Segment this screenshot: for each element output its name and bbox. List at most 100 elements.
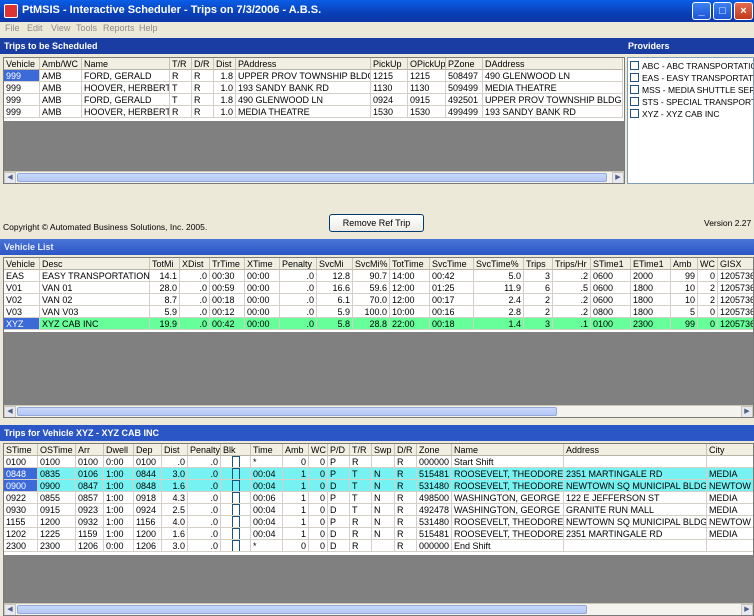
trip-to-schedule-col-header[interactable]: PickUp — [371, 58, 408, 70]
menu-view[interactable]: View — [51, 23, 70, 33]
menu-edit[interactable]: Edit — [27, 23, 43, 33]
vehicle-trip-col-header[interactable]: Dist — [162, 444, 188, 456]
vehicle-trip-cell: 1159 — [76, 528, 104, 540]
vehicle-col-header[interactable]: ETime1 — [631, 258, 671, 270]
trip-to-schedule-col-header[interactable]: Name — [82, 58, 170, 70]
vehicle-col-header[interactable]: XTime — [245, 258, 280, 270]
providers-list[interactable]: ABC - ABC TRANSPORTATION EAS - EASY TRANS… — [627, 57, 754, 184]
menu-tools[interactable]: Tools — [76, 23, 97, 33]
scroll-left-icon[interactable]: ◀ — [4, 406, 16, 417]
trip-to-schedule-col-header[interactable]: Amb/WC — [40, 58, 82, 70]
menu-file[interactable]: File — [5, 23, 20, 33]
blk-checkbox[interactable] — [231, 528, 240, 539]
trip-to-schedule-col-header[interactable]: Vehicle — [4, 58, 40, 70]
vehicle-trip-col-header[interactable]: Arr — [76, 444, 104, 456]
vehicle-trip-col-header[interactable]: Dwell — [104, 444, 134, 456]
provider-checkbox[interactable] — [630, 85, 639, 94]
blk-checkbox[interactable] — [231, 456, 240, 467]
blk-checkbox[interactable] — [231, 540, 240, 551]
blk-checkbox[interactable] — [231, 468, 240, 479]
provider-item[interactable]: STS - SPECIAL TRANSPORT — [630, 96, 753, 108]
vehicle-col-header[interactable]: WC — [698, 258, 718, 270]
vehicle-trip-col-header[interactable]: OSTime — [38, 444, 76, 456]
provider-checkbox[interactable] — [630, 61, 639, 70]
vehicle-trip-col-header[interactable]: Blk — [221, 444, 251, 456]
trip-to-schedule-col-header[interactable]: OPickUp — [408, 58, 446, 70]
vehicle-trip-col-header[interactable]: City — [707, 444, 753, 456]
vehicle-trip-col-header[interactable]: Name — [452, 444, 564, 456]
scroll-right-icon[interactable]: ▶ — [741, 406, 753, 417]
vehicle-trip-col-header[interactable]: Address — [564, 444, 707, 456]
trip-to-schedule-col-header[interactable]: DAddress — [483, 58, 623, 70]
vehicle-col-header[interactable]: XDist — [180, 258, 210, 270]
vehicle-grid-hscroll[interactable]: ◀ ▶ — [4, 405, 753, 417]
provider-checkbox[interactable] — [630, 73, 639, 82]
vehicle-trip-col-header[interactable]: Amb — [283, 444, 309, 456]
blk-checkbox[interactable] — [231, 504, 240, 515]
vehicle-trip-col-header[interactable]: Dep — [134, 444, 162, 456]
menu-help[interactable]: Help — [139, 23, 158, 33]
vehicle-trip-col-header[interactable]: Time — [251, 444, 283, 456]
vehicle-trip-col-header[interactable]: T/R — [350, 444, 372, 456]
vehicle-col-header[interactable]: TrTime — [210, 258, 245, 270]
vehicle-col-header[interactable]: STime1 — [591, 258, 631, 270]
vehicle-trip-cell — [564, 456, 707, 468]
provider-item[interactable]: XYZ - XYZ CAB INC — [630, 108, 719, 120]
scroll-right-icon[interactable]: ▶ — [612, 172, 624, 183]
trip-to-schedule-col-header[interactable]: Dist — [214, 58, 236, 70]
remove-ref-trip-button[interactable]: Remove Ref Trip — [329, 214, 424, 232]
vehicle-cell: 120573628 — [718, 306, 753, 318]
scroll-right-icon[interactable]: ▶ — [741, 604, 753, 615]
vehicle-col-header[interactable]: Amb — [671, 258, 698, 270]
blk-checkbox[interactable] — [231, 480, 240, 491]
minimize-button[interactable]: _ — [692, 2, 711, 20]
trips-to-schedule-grid[interactable]: Vehicle Amb/WC Name T/R D/R Dist PAddress PickU… — [3, 57, 625, 184]
trip-to-schedule-cell: 509499 — [446, 82, 483, 94]
vehicle-col-header[interactable]: TotMi — [150, 258, 180, 270]
vehicle-col-header[interactable]: Trips/Hr — [553, 258, 591, 270]
scroll-thumb[interactable] — [17, 407, 557, 416]
provider-item[interactable]: ABC - ABC TRANSPORTATION — [630, 60, 753, 72]
trip-to-schedule-col-header[interactable]: PAddress — [236, 58, 371, 70]
trip-to-schedule-col-header[interactable]: PZone — [446, 58, 483, 70]
vehicle-trip-cell: 1 — [283, 516, 309, 528]
scroll-thumb[interactable] — [17, 173, 607, 182]
vehicle-col-header[interactable]: SvcMi — [317, 258, 353, 270]
provider-checkbox[interactable] — [630, 109, 639, 118]
vehicle-trip-col-header[interactable]: STime — [4, 444, 38, 456]
scroll-left-icon[interactable]: ◀ — [4, 172, 16, 183]
vehicle-list-grid[interactable]: Vehicle Desc TotMi XDist TrTime XTime Penalty S… — [3, 257, 754, 418]
vehicle-col-header[interactable]: Penalty — [280, 258, 317, 270]
scroll-left-icon[interactable]: ◀ — [4, 604, 16, 615]
vehicle-col-header[interactable]: SvcTime% — [474, 258, 524, 270]
maximize-button[interactable]: □ — [713, 2, 732, 20]
vehicle-col-header[interactable]: TotTime — [390, 258, 430, 270]
vehicle-trip-col-header[interactable]: WC — [309, 444, 328, 456]
vehicle-trip-col-header[interactable]: D/R — [395, 444, 417, 456]
vehicle-cell: 00:00 — [245, 294, 280, 306]
vehicle-trips-grid[interactable]: STime OSTime Arr Dwell Dep Dist Penalty Blk Time… — [3, 443, 754, 616]
vehicle-trip-cell: 0 — [309, 504, 328, 516]
vehicle-col-header[interactable]: Vehicle — [4, 258, 40, 270]
blk-checkbox[interactable] — [231, 492, 240, 503]
vehicle-col-header[interactable]: SvcMi% — [353, 258, 390, 270]
vehicle-trip-col-header[interactable]: Swp — [372, 444, 395, 456]
vehicle-col-header[interactable]: GISX — [718, 258, 753, 270]
blk-checkbox[interactable] — [231, 516, 240, 527]
vehicle-col-header[interactable]: Trips — [524, 258, 553, 270]
vehicle-trip-col-header[interactable]: Zone — [417, 444, 452, 456]
vehicle-col-header[interactable]: SvcTime — [430, 258, 474, 270]
close-button[interactable]: × — [734, 2, 753, 20]
provider-item[interactable]: EAS - EASY TRANSPORTATION — [630, 72, 753, 84]
vehicle-trip-col-header[interactable]: P/D — [328, 444, 350, 456]
trips-vehicle-hscroll[interactable]: ◀ ▶ — [4, 603, 753, 615]
vehicle-trip-col-header[interactable]: Penalty — [188, 444, 221, 456]
trip-to-schedule-col-header[interactable]: D/R — [192, 58, 214, 70]
trips-grid-hscroll[interactable]: ◀ ▶ — [4, 171, 624, 183]
scroll-thumb[interactable] — [17, 605, 587, 614]
trip-to-schedule-col-header[interactable]: T/R — [170, 58, 192, 70]
vehicle-col-header[interactable]: Desc — [40, 258, 150, 270]
menu-reports[interactable]: Reports — [103, 23, 135, 33]
provider-item[interactable]: MSS - MEDIA SHUTTLE SERVICE — [630, 84, 753, 96]
provider-checkbox[interactable] — [630, 97, 639, 106]
